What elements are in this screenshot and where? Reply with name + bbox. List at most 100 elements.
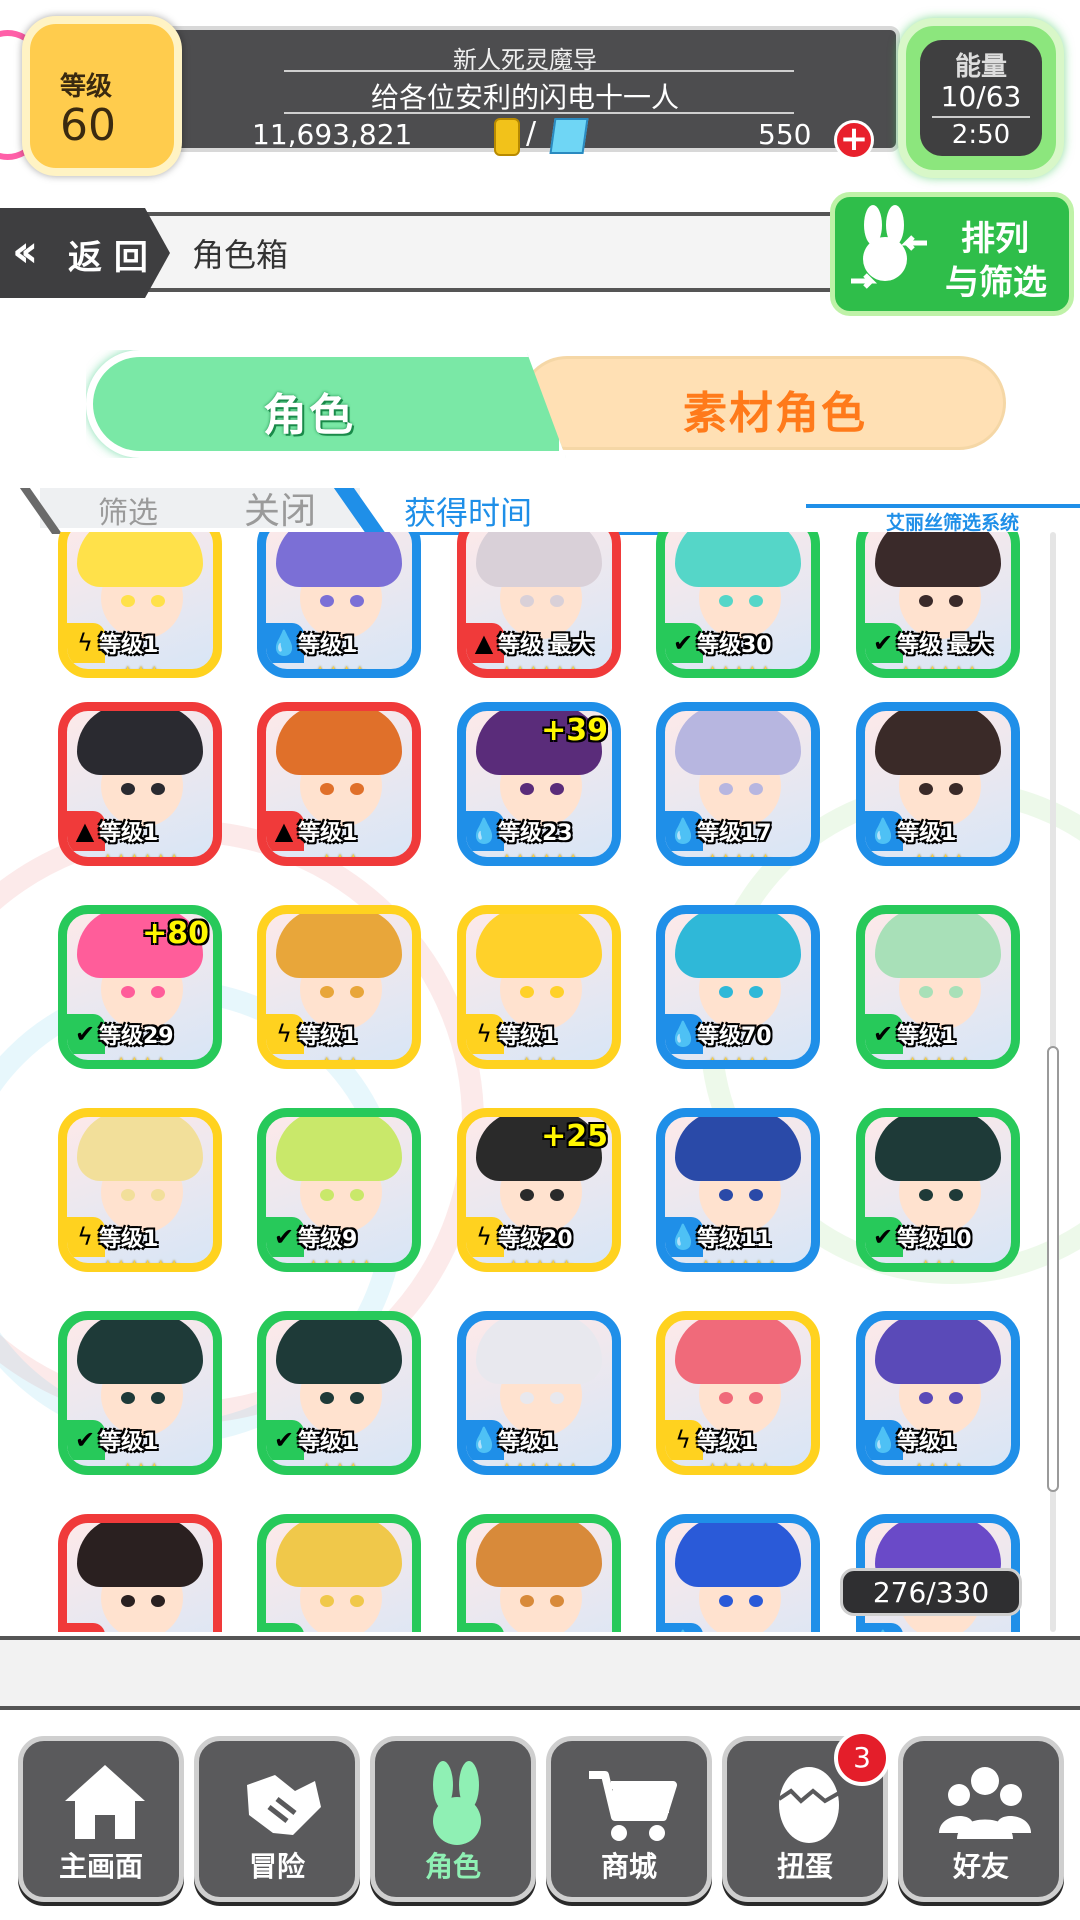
nav-characters-button[interactable]: 角色 [370,1736,536,1902]
portrait-hair [276,1117,402,1181]
character-card[interactable]: ✔ [257,1514,421,1632]
character-level: 等级23 [498,821,573,846]
character-portrait [466,1523,612,1632]
character-card[interactable]: 💧 等级70 ★★★★★ [656,905,820,1069]
character-level: 等级1 [897,1024,957,1049]
portrait-eye [919,986,933,998]
character-card[interactable]: 💧 等级17 ★★★★★ [656,702,820,866]
nav-label: 角色 [424,1850,481,1883]
character-grid: ϟ 等级1 ★★★ 💧 等级1 ★★★★ ▲ 等级 最大 ★★★★★★ ✔ 等级30 ★★★★★ ✔ 等级… [40,532,1050,1632]
portrait-eye [121,595,135,607]
character-level: 等级1 [99,821,159,846]
portrait-hair [276,532,402,587]
wind-element-icon: ✔ [266,1623,304,1632]
rabbit-arrows-icon [851,205,927,289]
rarity-stars: ★★★ [319,851,361,866]
portrait-eye [151,1189,165,1201]
character-card[interactable]: ✔ 等级1 ★★★★★ [856,905,1020,1069]
character-level: 等级1 [498,1430,558,1455]
rarity-stars: ★★★ [120,1460,162,1475]
rarity-stars: ★★★★★ [305,1257,374,1272]
character-card[interactable]: ϟ 等级1 ★★★ [457,905,621,1069]
character-card[interactable]: 💧 等级1 ★★★★ [257,532,421,678]
character-card[interactable]: ▲ [58,1514,222,1632]
character-card[interactable]: ▲ 等级 最大 ★★★★★★ [457,532,621,678]
portrait-hair [476,1320,602,1384]
character-card[interactable]: ▲ 等级1 ★★★ [257,702,421,866]
character-card[interactable]: 💧 等级1 ★★★★ [856,702,1020,866]
rarity-stars: ★★★★ [113,1054,169,1069]
portrait-eye [749,1595,763,1607]
character-card[interactable]: ϟ 等级1 ★★★★★ [656,1311,820,1475]
filter-system-label: 艾丽丝筛选系统 [886,512,1020,534]
rarity-stars: ★★★★★ [704,851,773,866]
character-card[interactable]: ✔ [457,1514,621,1632]
filter-state[interactable]: 关闭 [244,482,316,534]
character-card[interactable]: ϟ 等级1 ★★★★★★ [58,1108,222,1272]
gem-amount: 550 [758,118,812,151]
character-card[interactable]: ϟ 等级1 ★★★ [58,532,222,678]
portrait-hair [476,532,602,587]
player-level-badge: 等级 60 [22,16,182,176]
sort-filter-button[interactable]: 排列 与筛选 [830,192,1074,316]
character-level: 等级70 [697,1024,772,1049]
gold-amount: 11,693,821 [252,118,413,151]
portrait-eye [350,1595,364,1607]
portrait-eye [320,783,334,795]
nav-shop-button[interactable]: 商城 [546,1736,712,1902]
rarity-stars: ★★★★ [312,663,368,678]
tab-characters[interactable]: 角色 [86,350,566,458]
plus-bonus-value: +39 [541,713,608,748]
filter-label[interactable]: 筛选 [98,488,158,532]
character-card[interactable]: 💧 等级1 ★★★★★★ [457,1311,621,1475]
character-card[interactable]: ✔ 等级9 ★★★★★ [257,1108,421,1272]
plus-bonus-value: +25 [541,1119,608,1154]
portrait-hair [77,532,203,587]
sort-order-label[interactable]: 获得时间 [404,488,532,534]
character-card[interactable]: ✔ 等级30 ★★★★★ [656,532,820,678]
character-card[interactable]: ▲ 等级1 ★★★★★★ [58,702,222,866]
portrait-eye [151,1595,165,1607]
portrait-eye [350,1189,364,1201]
character-card[interactable]: 💧 等级11 ★★★★★★ [656,1108,820,1272]
character-card[interactable]: ϟ 等级20 ★★★★★ +25 [457,1108,621,1272]
character-card[interactable]: ϟ 等级1 ★★★ [257,905,421,1069]
portrait-hair [875,532,1001,587]
character-level: 等级9 [298,1227,358,1252]
character-portrait [67,1523,213,1632]
nav-adventure-button[interactable]: 冒险 [194,1736,360,1902]
home-icon [65,1765,145,1839]
tab-material-characters[interactable]: 素材角色 [520,356,1006,450]
portrait-eye [320,986,334,998]
portrait-eye [550,1595,564,1607]
energy-timer: 2:50 [951,120,1011,150]
portrait-eye [719,986,733,998]
back-button[interactable]: ‹‹ 返 回 [0,208,170,298]
portrait-eye [520,1189,534,1201]
portrait-eye [320,1392,334,1404]
character-card[interactable]: ✔ 等级1 ★★★ [58,1311,222,1475]
portrait-eye [550,1189,564,1201]
nav-friends-button[interactable]: 好友 [898,1736,1064,1902]
portrait-eye [320,1189,334,1201]
add-gems-button[interactable]: + [834,120,874,160]
portrait-eye [121,1392,135,1404]
character-level: 等级1 [298,821,358,846]
player-info-bar: 新人死灵魔导 给各位安利的闪电十一人 11,693,821 / 550 + [150,26,900,160]
sort-label-line1: 排列 [961,219,1029,259]
portrait-eye [520,1595,534,1607]
portrait-eye [919,1392,933,1404]
character-card[interactable]: 💧 [656,1514,820,1632]
nav-home-button[interactable]: 主画面 [18,1736,184,1902]
character-card[interactable]: ✔ 等级29 ★★★★ +80 [58,905,222,1069]
character-card[interactable]: 💧 等级1 ★★★★ [856,1311,1020,1475]
character-card[interactable]: ✔ 等级10 ★★★ [856,1108,1020,1272]
character-level: 等级1 [897,1430,957,1455]
scrollbar-thumb[interactable] [1047,1046,1059,1492]
character-card[interactable]: 💧 等级23 ★★★★★★ +39 [457,702,621,866]
portrait-eye [520,783,534,795]
character-level: 等级10 [897,1227,972,1252]
character-card[interactable]: ✔ 等级1 ★★★ [257,1311,421,1475]
character-card[interactable]: ✔ 等级 最大 ★★★★★★ [856,532,1020,678]
portrait-eye [350,1392,364,1404]
